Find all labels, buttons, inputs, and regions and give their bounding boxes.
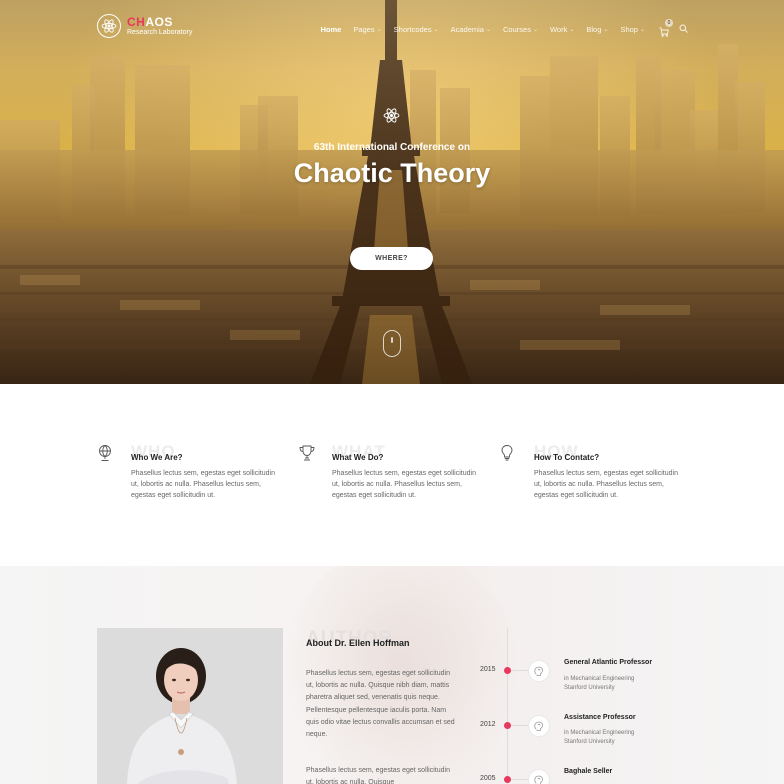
timeline-year: 2012 (480, 721, 496, 728)
timeline-detail: Stanford University (564, 685, 615, 691)
timeline-dot (504, 722, 511, 729)
nav-label: Shortcodes (393, 24, 432, 34)
hero-subtitle: 63th International Conference on (313, 142, 471, 153)
feature-title: How To Contatc? (534, 453, 600, 462)
brain-icon (528, 660, 550, 682)
nav-label: Work (549, 24, 568, 34)
feature-title: Who We Are? (131, 453, 183, 462)
cart-icon (659, 27, 669, 37)
brand-name-accent: CH (127, 15, 146, 29)
nav-item-blog[interactable]: Blog ⌄ (586, 25, 608, 34)
nav-label: Courses (503, 24, 531, 34)
feature-text: Phasellus lectus sem, egestas eget solli… (332, 470, 476, 499)
nav-label: Academia (450, 24, 484, 34)
chevron-down-icon: ⌄ (639, 26, 645, 33)
brand-name: CHAOS (127, 16, 192, 28)
timeline-title: Assistance Professor (564, 714, 636, 721)
nav-item-shortcodes[interactable]: Shortcodes ⌄ (394, 25, 439, 34)
timeline-dot (504, 667, 511, 674)
nav-item-pages[interactable]: Pages ⌄ (353, 25, 381, 34)
where-button[interactable]: WHERE? (350, 247, 433, 270)
atom-icon (383, 107, 400, 129)
timeline-dot (504, 776, 511, 783)
lightbulb-icon (500, 444, 514, 467)
chevron-down-icon: ⌄ (569, 26, 575, 33)
timeline-year: 2005 (480, 775, 496, 782)
chevron-down-icon: ⌄ (376, 26, 382, 33)
nav-label: Shop (620, 24, 638, 34)
hero-section: CHAOS Research Laboratory Home Pages ⌄ Sh… (0, 0, 784, 384)
chevron-down-icon: ⌄ (433, 26, 439, 33)
chevron-down-icon: ⌄ (603, 26, 609, 33)
feature-text: Phasellus lectus sem, egestas eget solli… (131, 470, 275, 499)
timeline-title: General Atlantic Professor (564, 659, 653, 666)
feature-what: WHAT What We Do? Phasellus lectus sem, e… (299, 442, 502, 499)
globe-icon (97, 444, 113, 467)
atom-logo-icon (97, 14, 121, 38)
feature-how: HOW How To Contatc? Phasellus lectus sem… (501, 442, 704, 499)
chevron-down-icon: ⌄ (532, 26, 538, 33)
nav-item-academia[interactable]: Academia ⌄ (451, 25, 491, 34)
timeline-connector (511, 725, 529, 726)
nav-label: Blog (586, 24, 602, 34)
author-paragraph: Phasellus lectus sem, egestas eget solli… (306, 767, 450, 784)
author-paragraph: Phasellus lectus sem, egestas eget solli… (306, 670, 455, 739)
search-icon (679, 24, 688, 33)
feature-title: What We Do? (332, 453, 384, 462)
brain-icon (528, 715, 550, 737)
search-button[interactable] (679, 20, 688, 38)
cart-button[interactable]: 0 (659, 19, 673, 37)
hero-overlay (0, 0, 784, 384)
timeline-connector (511, 779, 529, 780)
timeline-title: Baghale Seller (564, 768, 613, 775)
author-title: About Dr. Ellen Hoffman (306, 638, 410, 648)
nav-item-work[interactable]: Work ⌄ (550, 25, 574, 34)
chevron-down-icon: ⌄ (485, 26, 492, 33)
timeline-connector (511, 670, 529, 671)
timeline-year: 2015 (480, 666, 496, 673)
feature-text: Phasellus lectus sem, egestas eget solli… (534, 470, 678, 499)
timeline-detail: Stanford University (564, 739, 615, 745)
nav-item-home[interactable]: Home (320, 25, 341, 34)
nav-label: Pages (353, 24, 375, 34)
brain-icon (528, 769, 550, 784)
author-section: AUTHOR About Dr. Ellen Hoffman Phasellus… (0, 566, 784, 784)
cart-count-badge: 0 (665, 19, 673, 27)
main-nav: Home Pages ⌄ Shortcodes ⌄ Academia ⌄ Course… (308, 19, 688, 38)
brand-tagline: Research Laboratory (127, 29, 193, 36)
author-photo (97, 628, 283, 784)
site-logo[interactable]: CHAOS Research Laboratory (97, 14, 192, 38)
feature-who: WHO Who We Are? Phasellus lectus sem, eg… (99, 442, 301, 499)
features-section: WHO Who We Are? Phasellus lectus sem, eg… (0, 384, 784, 566)
scroll-down-indicator[interactable] (383, 330, 401, 357)
nav-item-shop[interactable]: Shop ⌄ (620, 25, 645, 34)
nav-item-courses[interactable]: Courses ⌄ (503, 25, 538, 34)
nav-label: Home (320, 24, 342, 34)
timeline-line (507, 628, 508, 784)
hero-title: Chaotic Theory (293, 158, 491, 188)
brand-name-rest: AOS (145, 15, 173, 29)
